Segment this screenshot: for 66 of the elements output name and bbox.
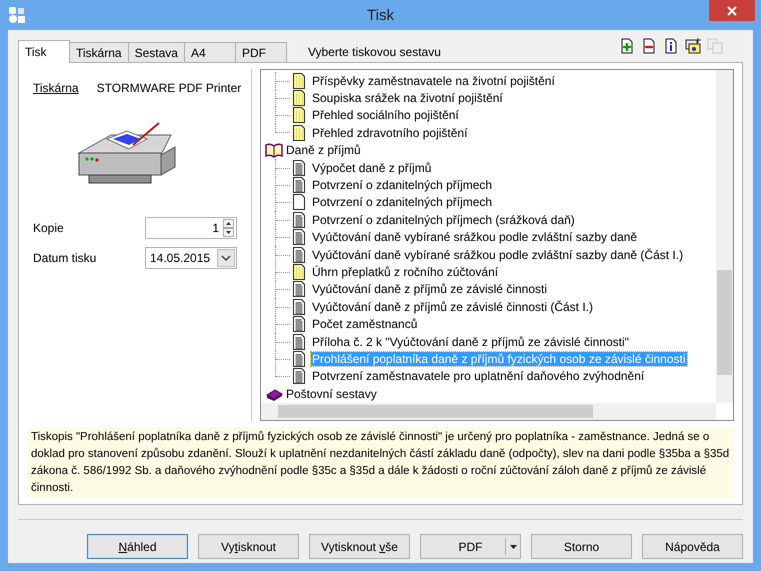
date-picker[interactable]: 14.05.2015 [145, 247, 237, 269]
document-icon [293, 212, 305, 228]
document-icon [293, 194, 305, 210]
document-icon [293, 316, 305, 332]
new-report-button[interactable] [685, 38, 701, 54]
tab[interactable]: PDF [234, 42, 287, 62]
tree-item[interactable]: Přehled sociálního pojištění [311, 108, 460, 122]
document-icon [293, 107, 305, 124]
caret-icon [510, 544, 516, 548]
document-icon [293, 124, 305, 141]
document-icon [293, 350, 305, 367]
tree-group[interactable]: Poštovní sestavy [286, 386, 377, 401]
tree-item[interactable]: Příloha č. 2 k "Vyúčtování daně z příjmů ze závislé činnosti" [311, 334, 630, 349]
tree-item[interactable]: Vyúčtování daně vybírané srážkou podle zvláštní sazby daně (Část I.) [311, 248, 684, 262]
document-icon [293, 90, 305, 106]
field-label: Kopie [33, 221, 64, 235]
tree-item[interactable]: Potvrzení o zdanitelných příjmech (srážková daň) [311, 212, 576, 227]
document-icon [293, 334, 305, 350]
horizontal-scrollbar[interactable] [261, 403, 716, 420]
tree-group[interactable]: Daně z příjmů [286, 143, 361, 158]
document-icon [293, 298, 305, 315]
dialog-button[interactable]: Vytisknout vše [309, 534, 410, 559]
document-icon [293, 72, 305, 89]
close-button[interactable] [709, 0, 755, 21]
document-icon [293, 177, 305, 194]
info-report-button[interactable] [663, 38, 679, 54]
tab[interactable]: A4 [184, 42, 236, 62]
dialog-button[interactable]: Náhled [87, 534, 188, 559]
tree-item[interactable]: Potvrzení o zdanitelných příjmech [311, 178, 494, 192]
tab[interactable]: Tiskárna [69, 42, 129, 62]
printer-link[interactable]: Tiskárna [33, 81, 79, 95]
add-report-button[interactable] [619, 38, 635, 54]
vertical-scrollbar[interactable] [716, 70, 733, 403]
dialog-button[interactable]: Nápověda [642, 534, 743, 559]
window-title: Tisk [367, 6, 394, 24]
tab[interactable]: Tisk [18, 40, 70, 63]
dialog-button[interactable]: PDF [420, 534, 521, 559]
dialog-button[interactable]: Vytisknout [198, 534, 299, 559]
document-icon [293, 229, 305, 246]
tree-item[interactable]: Potvrzení o zdanitelných příjmech [311, 195, 494, 210]
copies-spinbox[interactable]: 1 [145, 217, 237, 239]
app-icon [8, 6, 26, 24]
remove-report-button[interactable] [641, 38, 657, 54]
report-description: Tiskopis "Prohlášení poplatníka daně z příjmů fyzických osob ze závislé činnosti" je určený pro poplatníka - zaměstnance. Jedná se o doklad pro stanovení způsobu zdanění. Slouží k uplatnění nezdanitelných částí základu daně (odpočty), slev na dani podle §35ba a §35d zákona č. 586/1992 Sb. a daňového zvýhodnění podle §35c a §35d a dále k žádosti o roční zúčtování záloh daně z příjmů ze závislé činnosti. [27, 427, 734, 498]
document-icon [293, 246, 305, 263]
tree-item[interactable]: Přehled zdravotního pojištění [311, 126, 468, 140]
tab[interactable]: Sestava [128, 42, 185, 62]
tree-item[interactable]: Vyúčtování daně vybírané srážkou podle zvláštní sazby daně [311, 230, 638, 244]
spin-arrows-icon[interactable] [223, 219, 234, 237]
document-icon [293, 281, 305, 298]
tree-item[interactable]: Potvrzení zaměstnavatele pro uplatnění daňového zvýhodnění [311, 369, 646, 384]
tree-item[interactable]: Úhrn přeplatků z ročního zúčtování [311, 264, 500, 279]
close-icon [727, 6, 737, 16]
tree-item[interactable]: Příspěvky zaměstnavatele na životní pojištění [311, 74, 556, 88]
printer-name: STORMWARE PDF Printer [96, 81, 242, 95]
document-icon [293, 264, 305, 280]
tree-item[interactable]: Vyúčtování daně z příjmů ze závislé činnosti [311, 282, 548, 296]
tree-heading: Vyberte tiskovou sestavu [308, 45, 441, 59]
document-icon [293, 160, 305, 176]
tree-item[interactable]: Počet zaměstnanců [311, 317, 418, 332]
dialog-button[interactable]: Storno [531, 534, 632, 559]
tree-item[interactable]: Výpočet daně z příjmů [311, 160, 432, 175]
tree-item[interactable]: Soupiska srážek na životní pojištění [311, 91, 504, 106]
tree-item[interactable]: Vyúčtování daně z příjmů ze závislé činnosti (Část I.) [311, 300, 594, 314]
field-label: Datum tisku [33, 251, 96, 265]
document-icon [293, 368, 305, 384]
